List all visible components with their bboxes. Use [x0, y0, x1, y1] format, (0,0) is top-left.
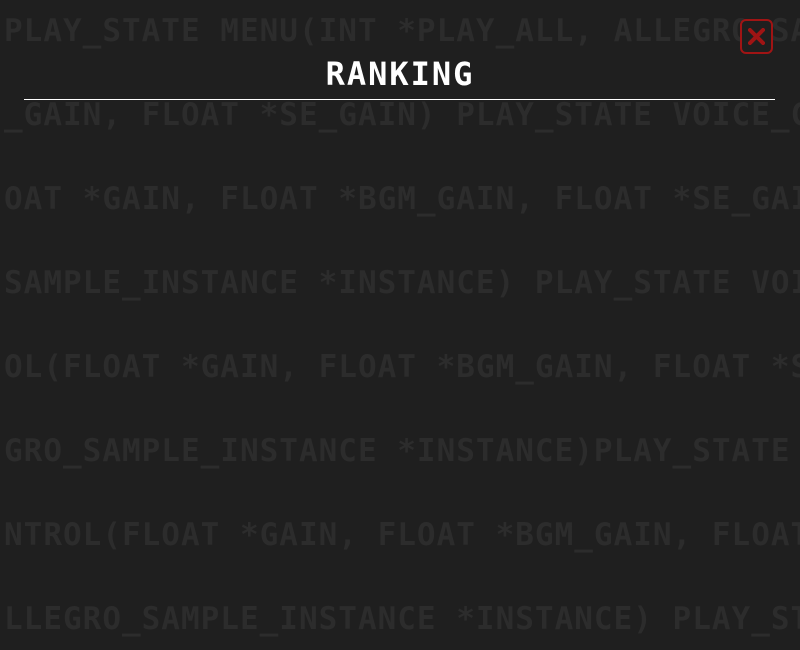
page-title: RANKING: [325, 55, 475, 93]
ranking-header: RANKING: [0, 0, 800, 100]
background-code-line: LLEGRO_SAMPLE_INSTANCE *INSTANCE) PLAY_S…: [4, 601, 800, 637]
background-code-line: SAMPLE_INSTANCE *INSTANCE) PLAY_STATE VO…: [4, 265, 800, 301]
background-code-line: NTROL(FLOAT *GAIN, FLOAT *BGM_GAIN, FLOA…: [4, 517, 800, 553]
background-code-line: _GAIN, FLOAT *SE_GAIN) PLAY_STATE VOICE_…: [4, 97, 800, 133]
close-button[interactable]: [740, 19, 773, 54]
background-code-line: GRO_SAMPLE_INSTANCE *INSTANCE)PLAY_STATE…: [4, 433, 800, 469]
title-divider: [24, 99, 775, 100]
background-code-line: OL(FLOAT *GAIN, FLOAT *BGM_GAIN, FLOAT *…: [4, 349, 800, 385]
ranking-screen: PLAY_STATE MENU(INT *PLAY_ALL, ALLEGRO_S…: [0, 0, 800, 650]
background-code-line: OAT *GAIN, FLOAT *BGM_GAIN, FLOAT *SE_GA…: [4, 181, 800, 217]
